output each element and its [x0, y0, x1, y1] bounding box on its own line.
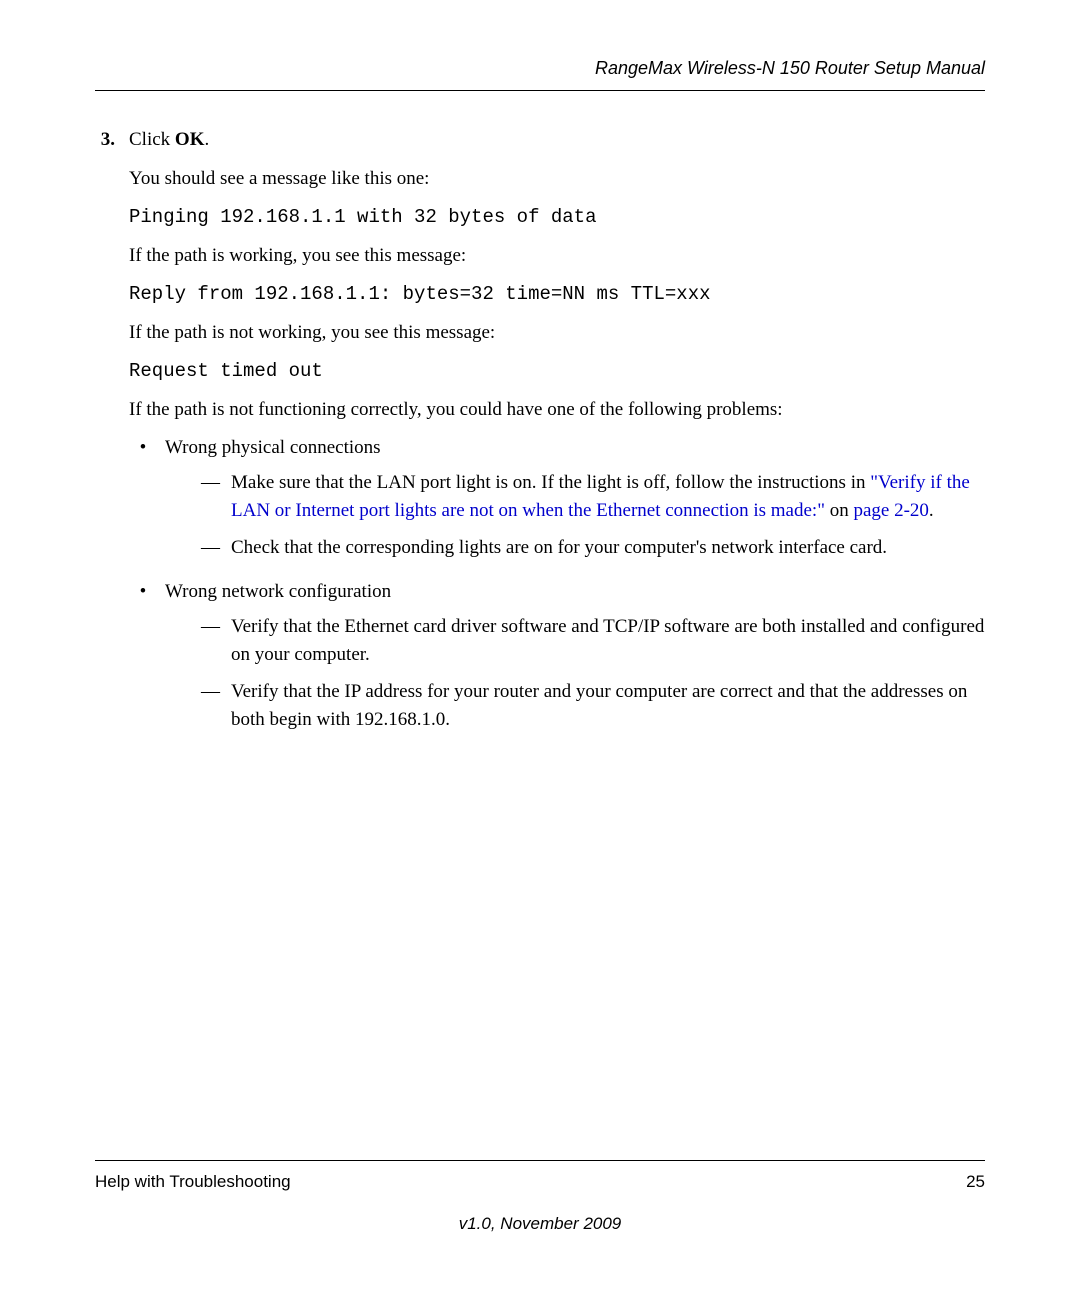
footer-section: Help with Troubleshooting [95, 1169, 291, 1195]
bullet-icon: • [129, 434, 165, 570]
not-working-text: If the path is not working, you see this… [129, 319, 985, 348]
dash-list: — Make sure that the LAN port light is o… [165, 469, 985, 563]
dash-suffix: . [929, 500, 934, 521]
footer-version: v1.0, November 2009 [95, 1211, 985, 1237]
step-3: 3. Click OK. [95, 126, 985, 155]
step-number: 3. [95, 126, 129, 155]
list-item: • Wrong network configuration — Verify t… [129, 578, 985, 743]
timeout-output: Request timed out [129, 357, 985, 386]
dash-body: Check that the corresponding lights are … [231, 534, 985, 563]
footer-rule [95, 1160, 985, 1161]
page-header: RangeMax Wireless-N 150 Router Setup Man… [95, 55, 985, 91]
dash-icon: — [201, 613, 231, 670]
dash-middle: on [825, 500, 854, 521]
dash-icon: — [201, 534, 231, 563]
dash-prefix: Make sure that the LAN port light is on.… [231, 472, 870, 493]
list-item: — Verify that the IP address for your ro… [201, 678, 985, 735]
step-text-bold: OK [175, 129, 205, 150]
step-text-prefix: Click [129, 129, 175, 150]
see-message-text: You should see a message like this one: [129, 165, 985, 194]
bullet-icon: • [129, 578, 165, 743]
page-number: 25 [966, 1169, 985, 1195]
dash-icon: — [201, 469, 231, 526]
problems-list: • Wrong physical connections — Make sure… [129, 434, 985, 743]
step-text-suffix: . [204, 129, 209, 150]
page-link[interactable]: page 2-20 [853, 500, 928, 521]
page-content: 3. Click OK. You should see a message li… [95, 126, 985, 743]
ping-output: Pinging 192.168.1.1 with 32 bytes of dat… [129, 203, 985, 232]
bullet-body: Wrong physical connections — Make sure t… [165, 434, 985, 570]
working-text: If the path is working, you see this mes… [129, 242, 985, 271]
bullet-label: Wrong physical connections [165, 437, 381, 458]
dash-list: — Verify that the Ethernet card driver s… [165, 613, 985, 735]
dash-body: Make sure that the LAN port light is on.… [231, 469, 985, 526]
reply-output: Reply from 192.168.1.1: bytes=32 time=NN… [129, 280, 985, 309]
bullet-label: Wrong network configuration [165, 581, 391, 602]
step-body: Click OK. [129, 126, 985, 155]
dash-icon: — [201, 678, 231, 735]
bullet-body: Wrong network configuration — Verify tha… [165, 578, 985, 743]
dash-body: Verify that the IP address for your rout… [231, 678, 985, 735]
page-footer: Help with Troubleshooting 25 v1.0, Novem… [95, 1160, 985, 1236]
list-item: • Wrong physical connections — Make sure… [129, 434, 985, 570]
dash-body: Verify that the Ethernet card driver sof… [231, 613, 985, 670]
indented-content: You should see a message like this one: … [129, 165, 985, 743]
manual-title: RangeMax Wireless-N 150 Router Setup Man… [595, 58, 985, 78]
list-item: — Check that the corresponding lights ar… [201, 534, 985, 563]
list-item: — Make sure that the LAN port light is o… [201, 469, 985, 526]
list-item: — Verify that the Ethernet card driver s… [201, 613, 985, 670]
footer-row: Help with Troubleshooting 25 [95, 1169, 985, 1195]
not-functioning-text: If the path is not functioning correctly… [129, 396, 985, 425]
